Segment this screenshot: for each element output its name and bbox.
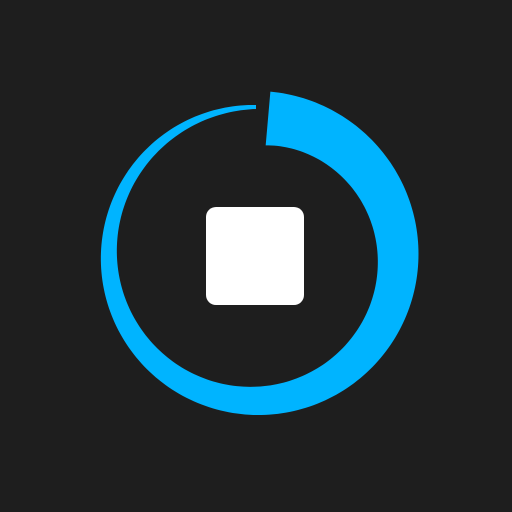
stop-button[interactable] [206,207,304,305]
recording-indicator [0,0,512,512]
